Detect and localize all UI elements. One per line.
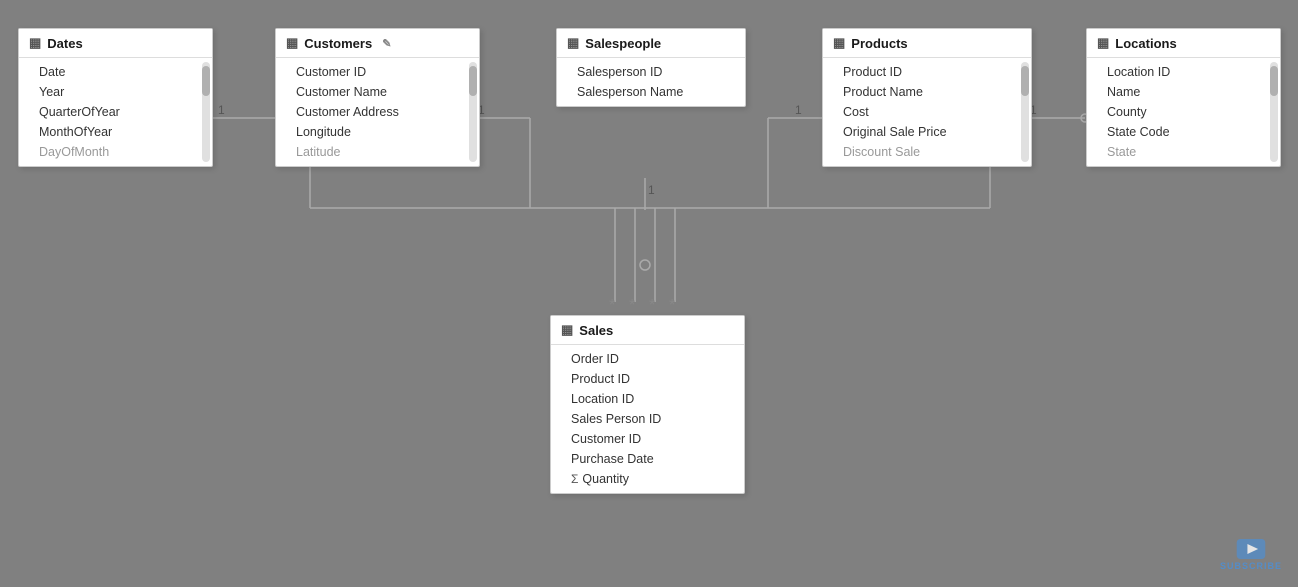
- salespeople-table-title: Salespeople: [585, 36, 661, 51]
- sales-field-quantity: Σ Quantity: [551, 469, 744, 489]
- subscribe-watermark: SUBSCRIBE: [1220, 539, 1282, 571]
- customers-table-body: Customer ID Customer Name Customer Addre…: [276, 58, 479, 166]
- products-table: ▦ Products Product ID Product Name Cost …: [822, 28, 1032, 167]
- locations-table-body: Location ID Name County State Code State: [1087, 58, 1280, 166]
- sales-table-header: ▦ Sales: [551, 316, 744, 345]
- customers-field-name: Customer Name: [276, 82, 479, 102]
- dates-field-dayofmonth: DayOfMonth: [19, 142, 212, 162]
- dates-table-header: ▦ Dates: [19, 29, 212, 58]
- customers-table-header: ▦ Customers ✎: [276, 29, 479, 58]
- locations-field-state: State: [1087, 142, 1280, 162]
- sales-field-productid: Product ID: [551, 369, 744, 389]
- sales-field-locationid: Location ID: [551, 389, 744, 409]
- dates-field-monthofyear: MonthOfYear: [19, 122, 212, 142]
- customers-field-address: Customer Address: [276, 102, 479, 122]
- customers-table-title: Customers: [304, 36, 372, 51]
- sales-table-title: Sales: [579, 323, 613, 338]
- products-field-originalprice: Original Sale Price: [823, 122, 1031, 142]
- products-table-body: Product ID Product Name Cost Original Sa…: [823, 58, 1031, 166]
- sales-field-customerid: Customer ID: [551, 429, 744, 449]
- sales-field-quantity-label: Quantity: [582, 472, 629, 486]
- products-field-cost: Cost: [823, 102, 1031, 122]
- salespeople-table-header: ▦ Salespeople: [557, 29, 745, 58]
- table-icon-customers: ▦: [286, 35, 298, 51]
- svg-text:*: *: [669, 297, 675, 314]
- customers-table: ▦ Customers ✎ Customer ID Customer Name …: [275, 28, 480, 167]
- subscribe-label: SUBSCRIBE: [1220, 561, 1282, 571]
- dates-scrollbar[interactable]: [202, 62, 210, 162]
- sales-table: ▦ Sales Order ID Product ID Location ID …: [550, 315, 745, 494]
- salespeople-table-body: Salesperson ID Salesperson Name: [557, 58, 745, 106]
- salespeople-table: ▦ Salespeople Salesperson ID Salesperson…: [556, 28, 746, 107]
- dates-field-date: Date: [19, 62, 212, 82]
- locations-field-id: Location ID: [1087, 62, 1280, 82]
- products-field-name: Product Name: [823, 82, 1031, 102]
- dates-field-quarterofyear: QuarterOfYear: [19, 102, 212, 122]
- sales-field-orderid: Order ID: [551, 349, 744, 369]
- svg-text:1: 1: [648, 183, 655, 197]
- table-icon-locations: ▦: [1097, 35, 1109, 51]
- sales-field-salespersonid: Sales Person ID: [551, 409, 744, 429]
- table-icon-dates: ▦: [29, 35, 41, 51]
- locations-scrollbar[interactable]: [1270, 62, 1278, 162]
- dates-field-year: Year: [19, 82, 212, 102]
- sigma-icon: Σ: [571, 472, 578, 486]
- products-field-discount: Discount Sale: [823, 142, 1031, 162]
- customers-field-longitude: Longitude: [276, 122, 479, 142]
- locations-table: ▦ Locations Location ID Name County Stat…: [1086, 28, 1281, 167]
- table-icon-sales: ▦: [561, 322, 573, 338]
- svg-text:1: 1: [795, 103, 802, 117]
- locations-table-header: ▦ Locations: [1087, 29, 1280, 58]
- table-icon-products: ▦: [833, 35, 845, 51]
- svg-text:*: *: [629, 297, 635, 314]
- svg-text:*: *: [609, 297, 615, 314]
- table-icon-salespeople: ▦: [567, 35, 579, 51]
- svg-text:1: 1: [218, 103, 225, 117]
- customers-scrollbar[interactable]: [469, 62, 477, 162]
- svg-text:*: *: [649, 297, 655, 314]
- locations-field-county: County: [1087, 102, 1280, 122]
- products-field-id: Product ID: [823, 62, 1031, 82]
- sales-table-body: Order ID Product ID Location ID Sales Pe…: [551, 345, 744, 493]
- salespeople-field-name: Salesperson Name: [557, 82, 745, 102]
- sales-field-purchasedate: Purchase Date: [551, 449, 744, 469]
- customers-field-id: Customer ID: [276, 62, 479, 82]
- dates-table: ▦ Dates Date Year QuarterOfYear MonthOfY…: [18, 28, 213, 167]
- products-table-title: Products: [851, 36, 907, 51]
- customers-edit-icon[interactable]: ✎: [382, 37, 391, 50]
- customers-field-latitude: Latitude: [276, 142, 479, 162]
- salespeople-field-id: Salesperson ID: [557, 62, 745, 82]
- subscribe-play-icon: [1236, 539, 1266, 559]
- products-table-header: ▦ Products: [823, 29, 1031, 58]
- dates-table-title: Dates: [47, 36, 82, 51]
- locations-field-statecode: State Code: [1087, 122, 1280, 142]
- products-scrollbar[interactable]: [1021, 62, 1029, 162]
- dates-table-body: Date Year QuarterOfYear MonthOfYear DayO…: [19, 58, 212, 166]
- diagram-canvas: 1 1 1 1 1 * * * *: [0, 0, 1298, 587]
- locations-field-name: Name: [1087, 82, 1280, 102]
- locations-table-title: Locations: [1115, 36, 1176, 51]
